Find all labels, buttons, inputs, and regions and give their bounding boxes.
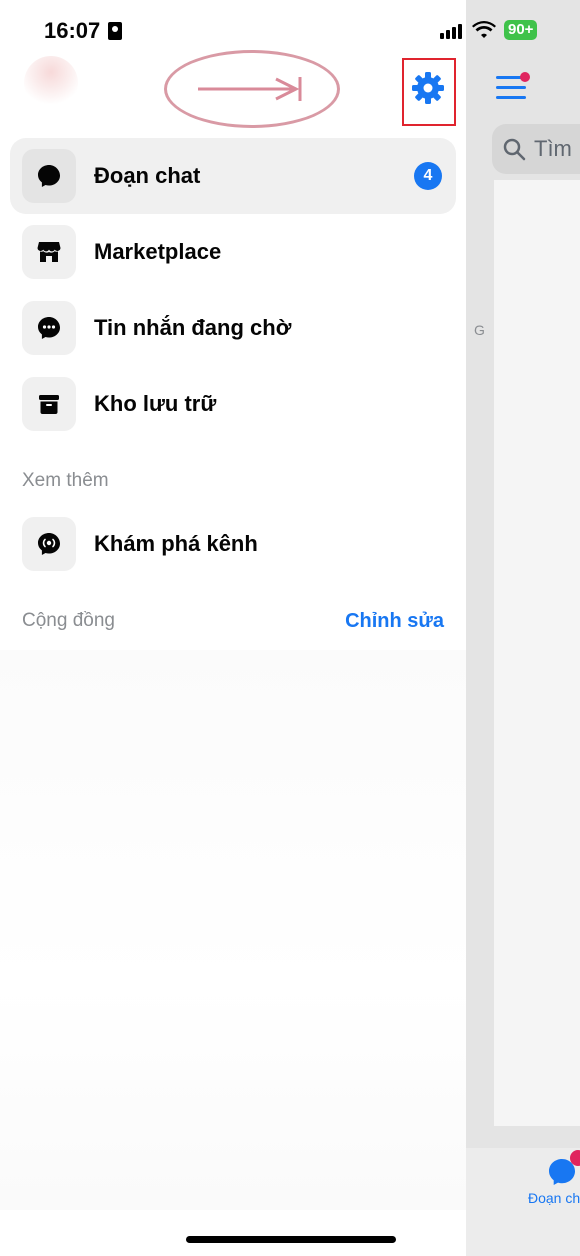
- menu-item-explore-channels[interactable]: Khám phá kênh: [10, 506, 456, 582]
- hamburger-menu-icon[interactable]: [496, 72, 530, 102]
- see-more-list: Khám phá kênh: [10, 506, 456, 582]
- chat-bubble-icon: [22, 149, 76, 203]
- annotation-arrow-icon: [198, 77, 302, 101]
- store-icon: [22, 225, 76, 279]
- gear-icon[interactable]: [410, 70, 446, 106]
- menu-item-label: Tin nhắn đang chờ: [94, 315, 292, 340]
- home-indicator[interactable]: [186, 1236, 396, 1243]
- menu-item-label: Kho lưu trữ: [94, 391, 217, 416]
- profile-avatar[interactable]: [24, 56, 78, 110]
- contact-card-icon: [108, 22, 123, 40]
- battery-indicator: 90+: [504, 20, 538, 40]
- menu-item-label: Khám phá kênh: [94, 531, 258, 556]
- chat-tab-label[interactable]: Đoạn ch: [528, 1190, 580, 1206]
- background-section-letter: G: [474, 322, 485, 338]
- clock-text: 16:07: [44, 18, 101, 43]
- menu-item-pending-messages[interactable]: Tin nhắn đang chờ: [10, 290, 456, 366]
- menu-item-archive[interactable]: Kho lưu trữ: [10, 366, 456, 442]
- notification-dot: [520, 72, 530, 82]
- chat-tab-badge: [570, 1150, 580, 1166]
- broadcast-channel-icon: [22, 517, 76, 571]
- status-time: 16:07: [44, 18, 123, 44]
- background-chat-list: [494, 180, 580, 1126]
- menu-item-marketplace[interactable]: Marketplace: [10, 214, 456, 290]
- main-menu: Đoạn chat 4 Marketplace Tin nhắn đang ch…: [10, 138, 456, 442]
- menu-item-label: Marketplace: [94, 239, 222, 264]
- see-more-section-title: Xem thêm: [22, 470, 109, 491]
- unread-count-badge: 4: [414, 162, 442, 190]
- menu-item-chats[interactable]: Đoạn chat 4: [10, 138, 456, 214]
- message-pending-icon: [22, 301, 76, 355]
- side-drawer: 16:07 Đoạn chat 4 Marketplace Tin nhắn đ…: [0, 0, 466, 1256]
- wifi-icon: [472, 21, 496, 38]
- cellular-signal-icon: [440, 24, 462, 39]
- community-section-title: Cộng đồng: [22, 610, 115, 631]
- background-bottom-nav: Đoạn ch: [466, 1148, 580, 1256]
- archive-icon: [22, 377, 76, 431]
- community-edit-link[interactable]: Chỉnh sửa: [345, 610, 444, 633]
- menu-item-label: Đoạn chat: [94, 163, 201, 188]
- background-search-bar[interactable]: Tìm: [492, 124, 580, 174]
- search-placeholder: Tìm: [534, 136, 572, 161]
- background-app-panel[interactable]: 90+ Tìm G Đoạn ch: [466, 0, 580, 1256]
- community-list-faded: [0, 650, 466, 1210]
- status-right-indicators: 90+: [472, 20, 538, 40]
- search-icon: [503, 138, 526, 161]
